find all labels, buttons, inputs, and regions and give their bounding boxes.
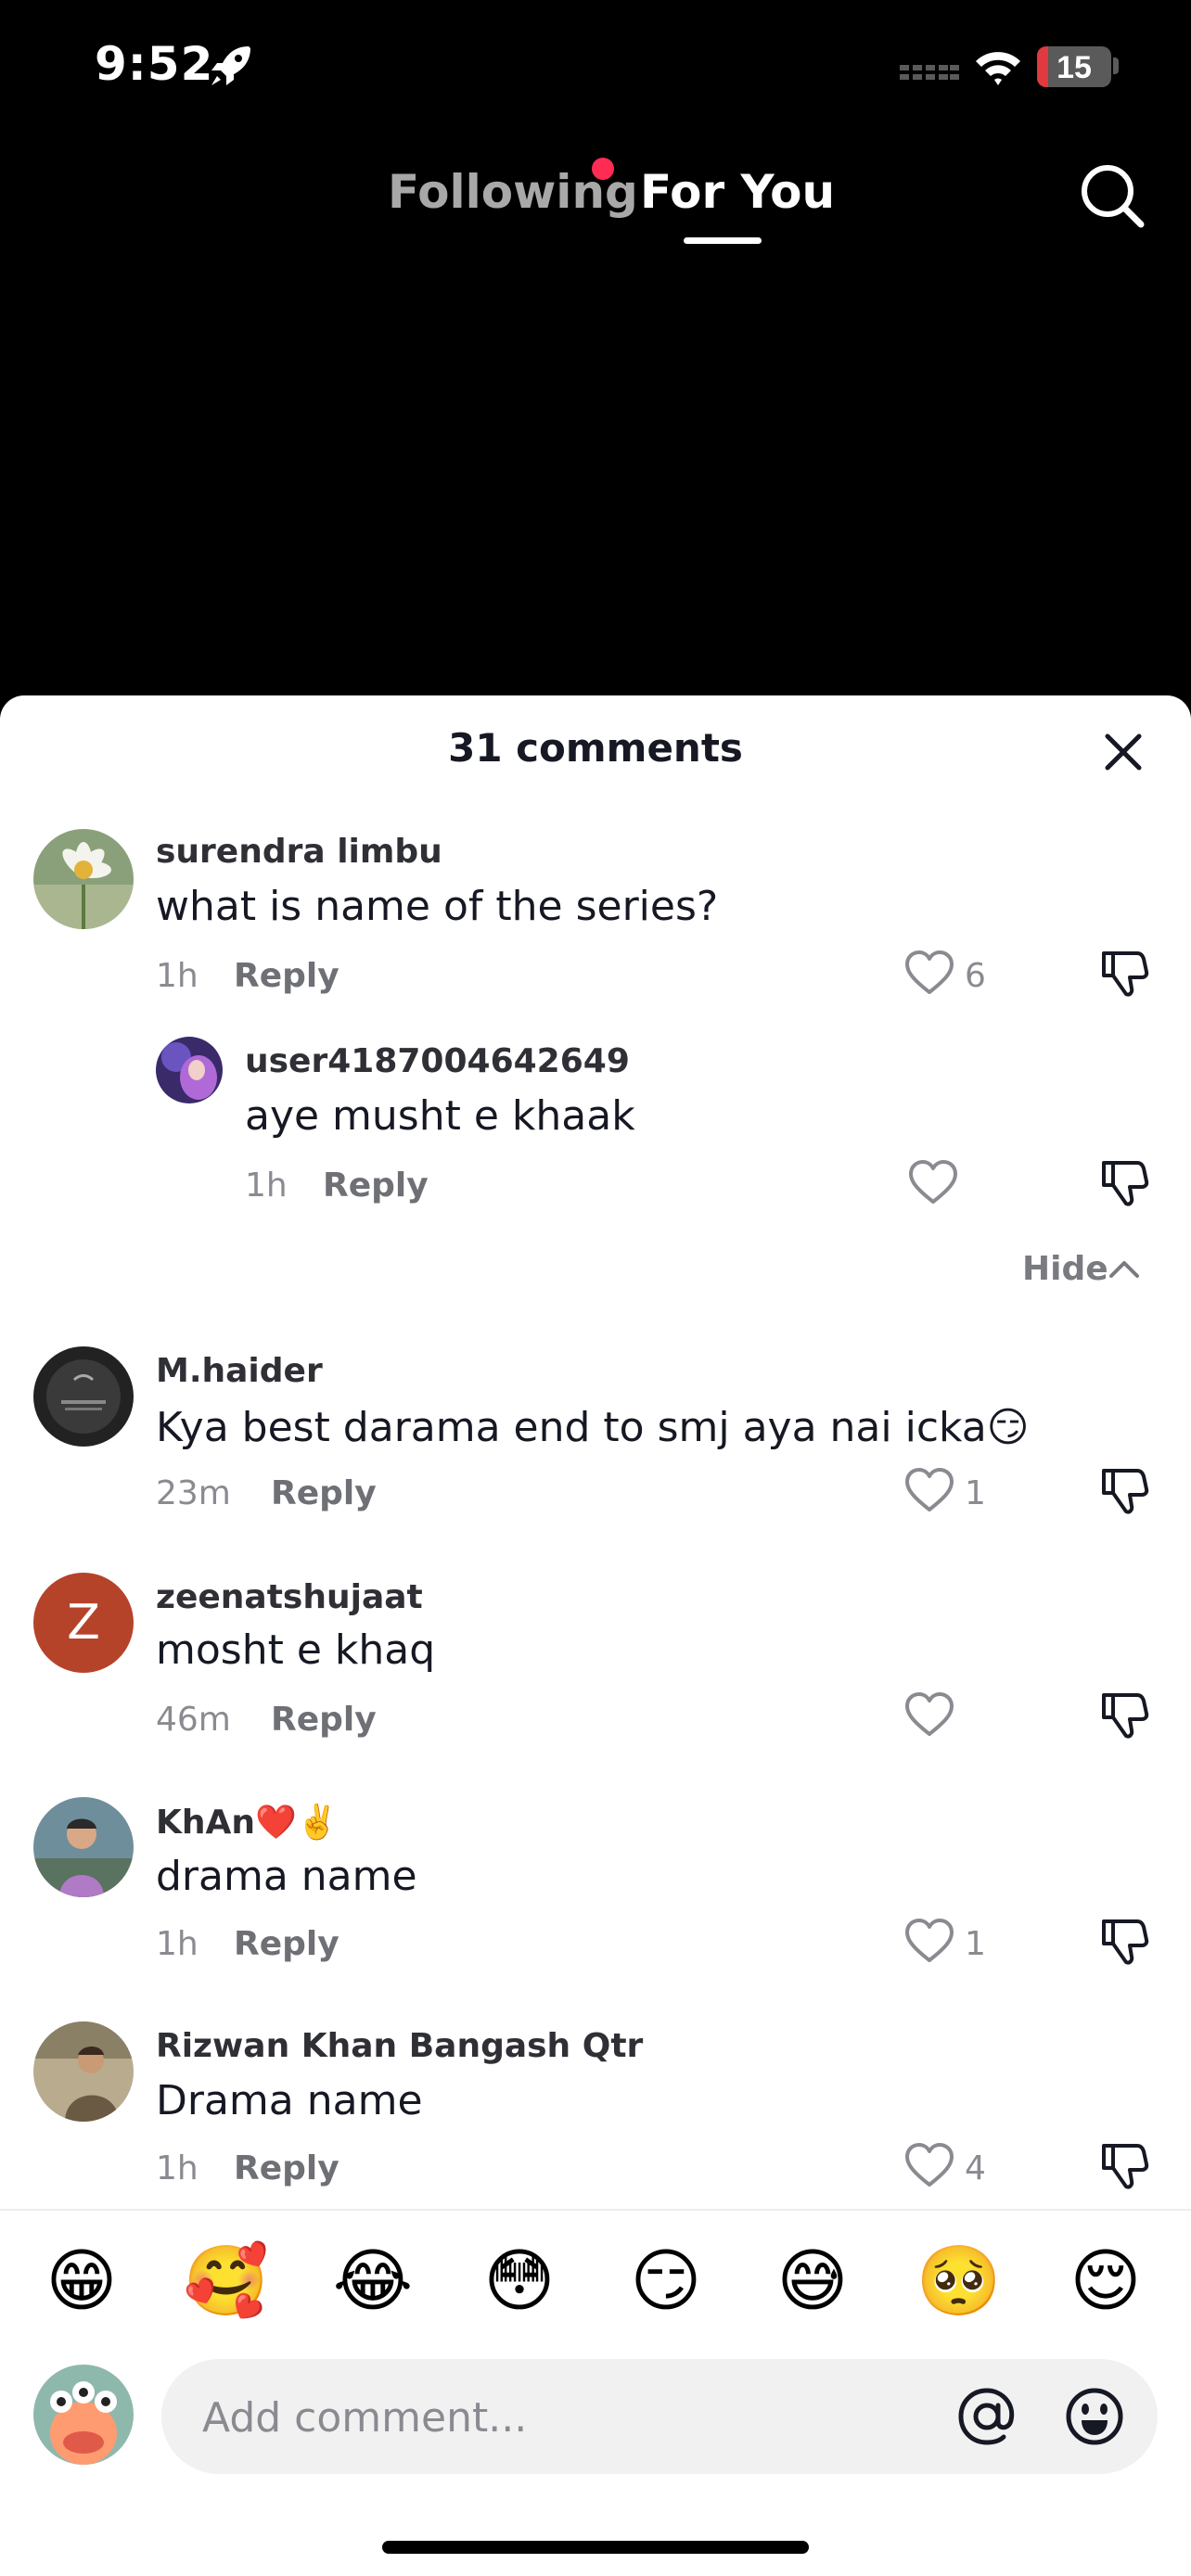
comment-username[interactable]: surendra limbu [156,833,442,871]
heart-icon[interactable] [903,1465,955,1517]
emoji-sweat-smile[interactable]: 😅 [766,2235,859,2327]
chevron-up-icon [1109,1261,1139,1278]
emoji-tears-of-joy[interactable]: 😂 [327,2235,419,2327]
comment-text: aye musht e khaak [245,1092,635,1140]
dislike-icon[interactable] [1098,1690,1150,1741]
comment-text: Kya best darama end to smj aya nai icka😏 [156,1404,1030,1451]
comment-username[interactable]: KhAn❤️✌️ [156,1803,339,1842]
comment-input[interactable]: Add comment... [161,2359,1158,2474]
mention-icon[interactable] [955,2385,1018,2448]
comment-username[interactable]: M.haider [156,1352,323,1390]
comment-username[interactable]: zeenatshujaat [156,1578,423,1616]
comment-time: 1h [245,1167,288,1205]
emoji-quick-bar: 😁 🥰 😂 😳 😏 😅 🥺 😌 [0,2235,1191,2327]
comment-time: 23m [156,1474,231,1512]
search-icon[interactable] [1076,159,1146,230]
emoji-smirk[interactable]: 😏 [620,2235,712,2327]
dislike-icon[interactable] [1098,948,1150,1000]
comment-input-placeholder: Add comment... [202,2394,528,2442]
emoji-relieved[interactable]: 😌 [1059,2235,1152,2327]
cellular-signal-icon [900,65,959,80]
comment-time: 1h [156,1925,198,1963]
reply-button[interactable]: Reply [234,2149,339,2187]
battery-indicator: 15 [1037,46,1111,87]
like-count: 1 [965,1474,986,1512]
emoji-smiling-hearts[interactable]: 🥰 [180,2235,273,2327]
dislike-icon[interactable] [1098,1916,1150,1968]
reply-button[interactable]: Reply [323,1167,429,1205]
comment-text: what is name of the series? [156,883,719,930]
avatar[interactable] [33,1346,134,1447]
reply-button[interactable]: Reply [271,1701,377,1739]
avatar[interactable] [33,829,134,929]
emoji-picker-icon[interactable] [1063,2385,1126,2448]
comment-username[interactable]: Rizwan Khan Bangash Qtr [156,2027,643,2065]
close-icon[interactable] [1100,729,1146,775]
avatar[interactable]: Z [33,1573,134,1673]
reply-button[interactable]: Reply [234,957,339,995]
home-indicator[interactable] [382,2541,809,2554]
notification-dot [592,158,614,180]
rocket-icon [211,46,250,85]
comments-count-title: 31 comments [448,725,743,771]
divider [0,2209,1191,2211]
like-count: 1 [965,1925,986,1963]
battery-level: 15 [1057,50,1092,85]
avatar[interactable] [156,1037,223,1103]
tab-for-you[interactable]: For You [640,165,835,219]
comment-time: 1h [156,2149,198,2187]
heart-icon[interactable] [903,1690,955,1741]
dislike-icon[interactable] [1098,1157,1150,1209]
like-count: 4 [965,2149,986,2187]
emoji-flushed[interactable]: 😳 [473,2235,566,2327]
comment-text: drama name [156,1853,417,1900]
current-user-avatar [33,2365,134,2465]
heart-icon[interactable] [903,948,955,1000]
comment-text: mosht e khaq [156,1626,436,1674]
dislike-icon[interactable] [1098,1465,1150,1517]
wifi-icon [976,52,1020,85]
avatar[interactable] [33,1797,134,1897]
hide-replies-label: Hide [1022,1250,1108,1288]
battery-cap [1113,57,1119,74]
comment-text: Drama name [156,2077,423,2124]
like-count: 6 [965,957,986,995]
reply-button[interactable]: Reply [271,1474,377,1512]
heart-icon[interactable] [903,2140,955,2192]
reply-button[interactable]: Reply [234,1925,339,1963]
heart-icon[interactable] [903,1916,955,1968]
dislike-icon[interactable] [1098,2140,1150,2192]
tiktok-screen: 9:52 15 Following For You 31 comments su… [0,0,1191,2576]
comment-time: 46m [156,1701,231,1739]
status-time: 9:52 [95,37,214,91]
emoji-pleading[interactable]: 🥺 [913,2235,1005,2327]
comment-time: 1h [156,957,198,995]
comment-username[interactable]: user4187004642649 [245,1042,630,1080]
avatar-letter: Z [67,1595,100,1651]
emoji-grin[interactable]: 😁 [35,2235,128,2327]
active-tab-indicator [684,237,762,244]
avatar[interactable] [33,2021,134,2122]
comments-sheet: 31 comments surendra limbu what is name … [0,695,1191,2576]
heart-icon[interactable] [907,1157,959,1209]
